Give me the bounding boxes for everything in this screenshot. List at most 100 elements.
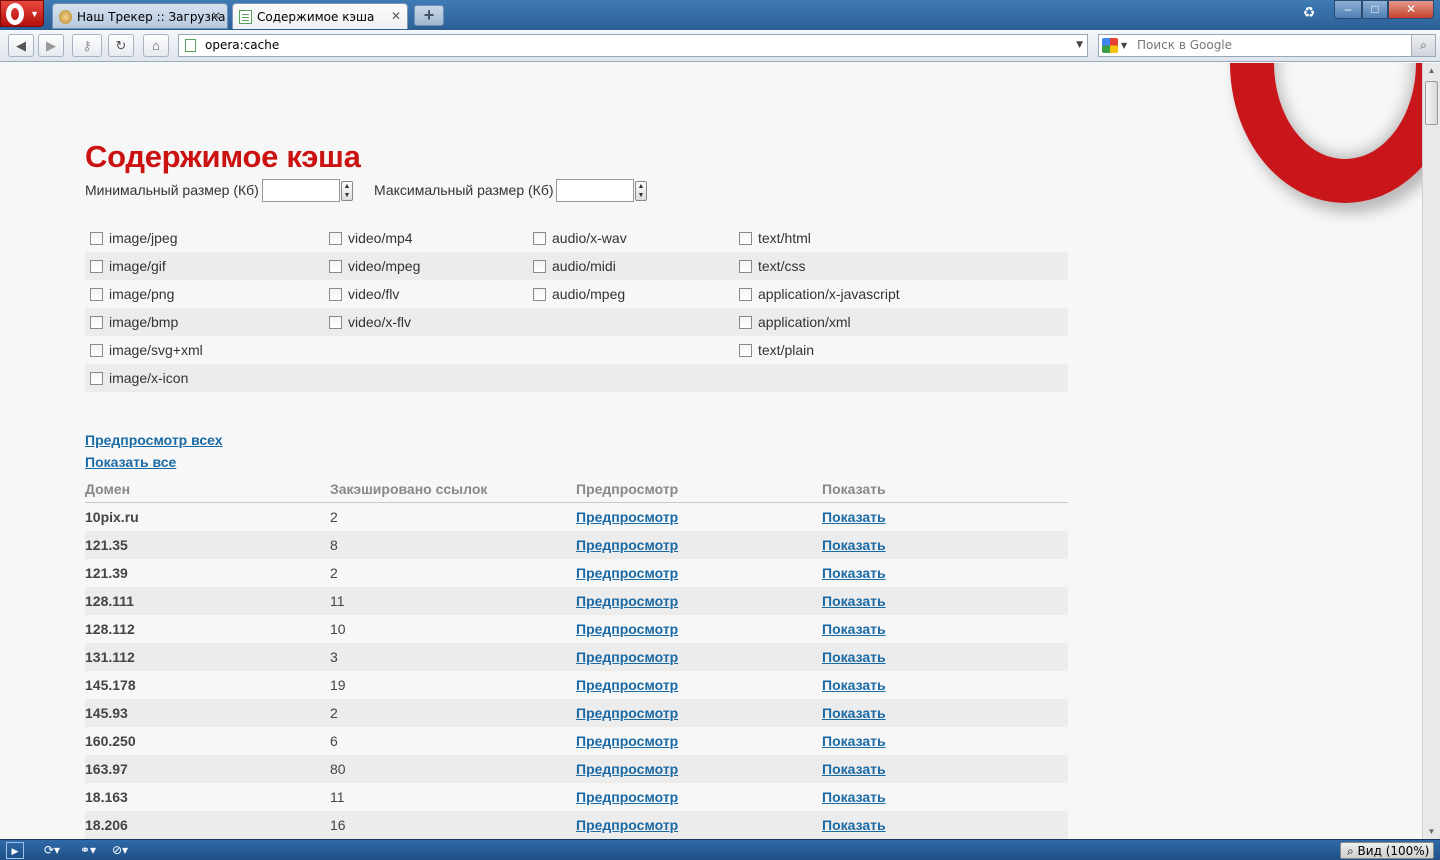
filter-checkbox-item[interactable]: text/html	[734, 224, 811, 252]
close-tab-icon[interactable]: ✕	[211, 9, 221, 23]
filter-checkbox-item[interactable]: video/x-flv	[324, 308, 411, 336]
filter-checkbox-item[interactable]: image/jpeg	[85, 224, 178, 252]
preview-link[interactable]: Предпросмотр	[576, 671, 678, 699]
home-button[interactable]: ⌂	[143, 34, 169, 57]
preview-link[interactable]: Предпросмотр	[576, 615, 678, 643]
preview-link[interactable]: Предпросмотр	[576, 559, 678, 587]
wand-key-button[interactable]: ⚷	[72, 34, 102, 57]
preview-link[interactable]: Предпросмотр	[576, 643, 678, 671]
show-all-link[interactable]: Показать все	[85, 454, 176, 470]
filter-checkbox-item[interactable]: audio/mpeg	[528, 280, 625, 308]
filter-checkbox[interactable]	[739, 344, 752, 357]
filter-checkbox[interactable]	[739, 316, 752, 329]
filter-label: image/jpeg	[109, 230, 178, 246]
forward-button[interactable]: ▶	[38, 34, 64, 57]
filter-checkbox-item[interactable]: application/x-javascript	[734, 280, 900, 308]
new-tab-button[interactable]: +	[414, 5, 444, 26]
filter-checkbox[interactable]	[90, 372, 103, 385]
filter-checkbox[interactable]	[533, 260, 546, 273]
address-bar[interactable]: opera:cache ▼	[178, 34, 1088, 57]
min-size-input[interactable]	[262, 179, 340, 202]
preview-link[interactable]: Предпросмотр	[576, 503, 678, 531]
tab-cache[interactable]: Содержимое кэша ✕	[232, 3, 408, 29]
filter-checkbox-item[interactable]: video/mpeg	[324, 252, 420, 280]
back-button[interactable]: ◀	[8, 34, 34, 57]
preview-link[interactable]: Предпросмотр	[576, 811, 678, 839]
maximize-button[interactable]: □	[1362, 0, 1388, 19]
filter-checkbox-item[interactable]: image/svg+xml	[85, 336, 203, 364]
preview-link[interactable]: Предпросмотр	[576, 587, 678, 615]
filter-checkbox-item[interactable]: image/x-icon	[85, 364, 188, 392]
preview-link[interactable]: Предпросмотр	[576, 531, 678, 559]
min-size-stepper[interactable]: ▲ ▼	[341, 181, 353, 201]
filter-checkbox[interactable]	[90, 344, 103, 357]
filter-checkbox[interactable]	[533, 232, 546, 245]
preview-link[interactable]: Предпросмотр	[576, 783, 678, 811]
filter-checkbox-item[interactable]: video/mp4	[324, 224, 413, 252]
filter-checkbox-item[interactable]: image/gif	[85, 252, 166, 280]
show-link[interactable]: Показать	[822, 783, 886, 811]
filter-checkbox[interactable]	[739, 232, 752, 245]
sync-icon[interactable]: ⟳▾	[44, 842, 72, 859]
max-size-stepper[interactable]: ▲ ▼	[635, 181, 647, 201]
filter-checkbox[interactable]	[739, 260, 752, 273]
filter-checkbox[interactable]	[533, 288, 546, 301]
unite-icon[interactable]: ⚭▾	[80, 842, 106, 859]
preview-link[interactable]: Предпросмотр	[576, 699, 678, 727]
filter-checkbox-item[interactable]: image/bmp	[85, 308, 178, 336]
chevron-down-icon[interactable]: ▼	[1076, 35, 1083, 56]
filter-checkbox-item[interactable]: application/xml	[734, 308, 851, 336]
close-window-button[interactable]: ✕	[1388, 0, 1434, 19]
address-text: opera:cache	[205, 38, 280, 52]
reload-button[interactable]: ↻	[108, 34, 134, 57]
table-row: 18.163 11 Предпросмотр Показать	[85, 783, 1068, 811]
show-link[interactable]: Показать	[822, 699, 886, 727]
preview-all-link[interactable]: Предпросмотр всех	[85, 432, 223, 448]
show-link[interactable]: Показать	[822, 587, 886, 615]
filter-checkbox[interactable]	[90, 232, 103, 245]
trash-icon[interactable]: ♻	[1300, 4, 1318, 24]
filter-checkbox[interactable]	[90, 316, 103, 329]
filter-checkbox[interactable]	[90, 260, 103, 273]
filter-checkbox[interactable]	[329, 232, 342, 245]
filter-checkbox-item[interactable]: text/css	[734, 252, 805, 280]
show-link[interactable]: Показать	[822, 503, 886, 531]
zoom-button[interactable]: ⌕ Вид (100%)	[1340, 842, 1434, 859]
preview-link[interactable]: Предпросмотр	[576, 755, 678, 783]
show-link[interactable]: Показать	[822, 727, 886, 755]
show-link[interactable]: Показать	[822, 643, 886, 671]
close-tab-icon[interactable]: ✕	[391, 9, 401, 23]
show-link[interactable]: Показать	[822, 811, 886, 839]
filter-checkbox[interactable]	[329, 260, 342, 273]
chevron-down-icon[interactable]: ▼	[1121, 35, 1127, 56]
scroll-up-icon[interactable]: ▲	[1423, 63, 1440, 78]
search-input[interactable]: ▼ Поиск в Google ⌕	[1098, 34, 1436, 57]
tab-tracker[interactable]: Наш Трекер :: Загрузка ✕	[52, 3, 228, 29]
domain-cell: 18.163	[85, 789, 128, 805]
show-link[interactable]: Показать	[822, 671, 886, 699]
filter-checkbox-item[interactable]: text/plain	[734, 336, 814, 364]
preview-link[interactable]: Предпросмотр	[576, 727, 678, 755]
vertical-scrollbar[interactable]: ▲ ▼	[1422, 63, 1440, 839]
filter-checkbox-item[interactable]: audio/midi	[528, 252, 616, 280]
filter-checkbox[interactable]	[90, 288, 103, 301]
filter-checkbox-item[interactable]: audio/x-wav	[528, 224, 627, 252]
filter-checkbox-item[interactable]: image/png	[85, 280, 174, 308]
turbo-icon[interactable]: ⊘▾	[112, 842, 142, 859]
opera-menu-button[interactable]: ▼	[0, 0, 44, 27]
filter-checkbox[interactable]	[739, 288, 752, 301]
scroll-down-icon[interactable]: ▼	[1423, 824, 1440, 839]
filter-checkbox-item[interactable]: video/flv	[324, 280, 399, 308]
show-link[interactable]: Показать	[822, 559, 886, 587]
panel-toggle-icon[interactable]: ▶	[6, 842, 24, 859]
show-link[interactable]: Показать	[822, 531, 886, 559]
filter-checkbox[interactable]	[329, 316, 342, 329]
max-size-input[interactable]	[556, 179, 634, 202]
minimize-button[interactable]: –	[1334, 0, 1362, 19]
filter-checkbox[interactable]	[329, 288, 342, 301]
show-link[interactable]: Показать	[822, 755, 886, 783]
scroll-thumb[interactable]	[1425, 81, 1438, 125]
show-link[interactable]: Показать	[822, 615, 886, 643]
search-icon[interactable]: ⌕	[1411, 35, 1435, 56]
google-icon[interactable]	[1102, 38, 1118, 53]
